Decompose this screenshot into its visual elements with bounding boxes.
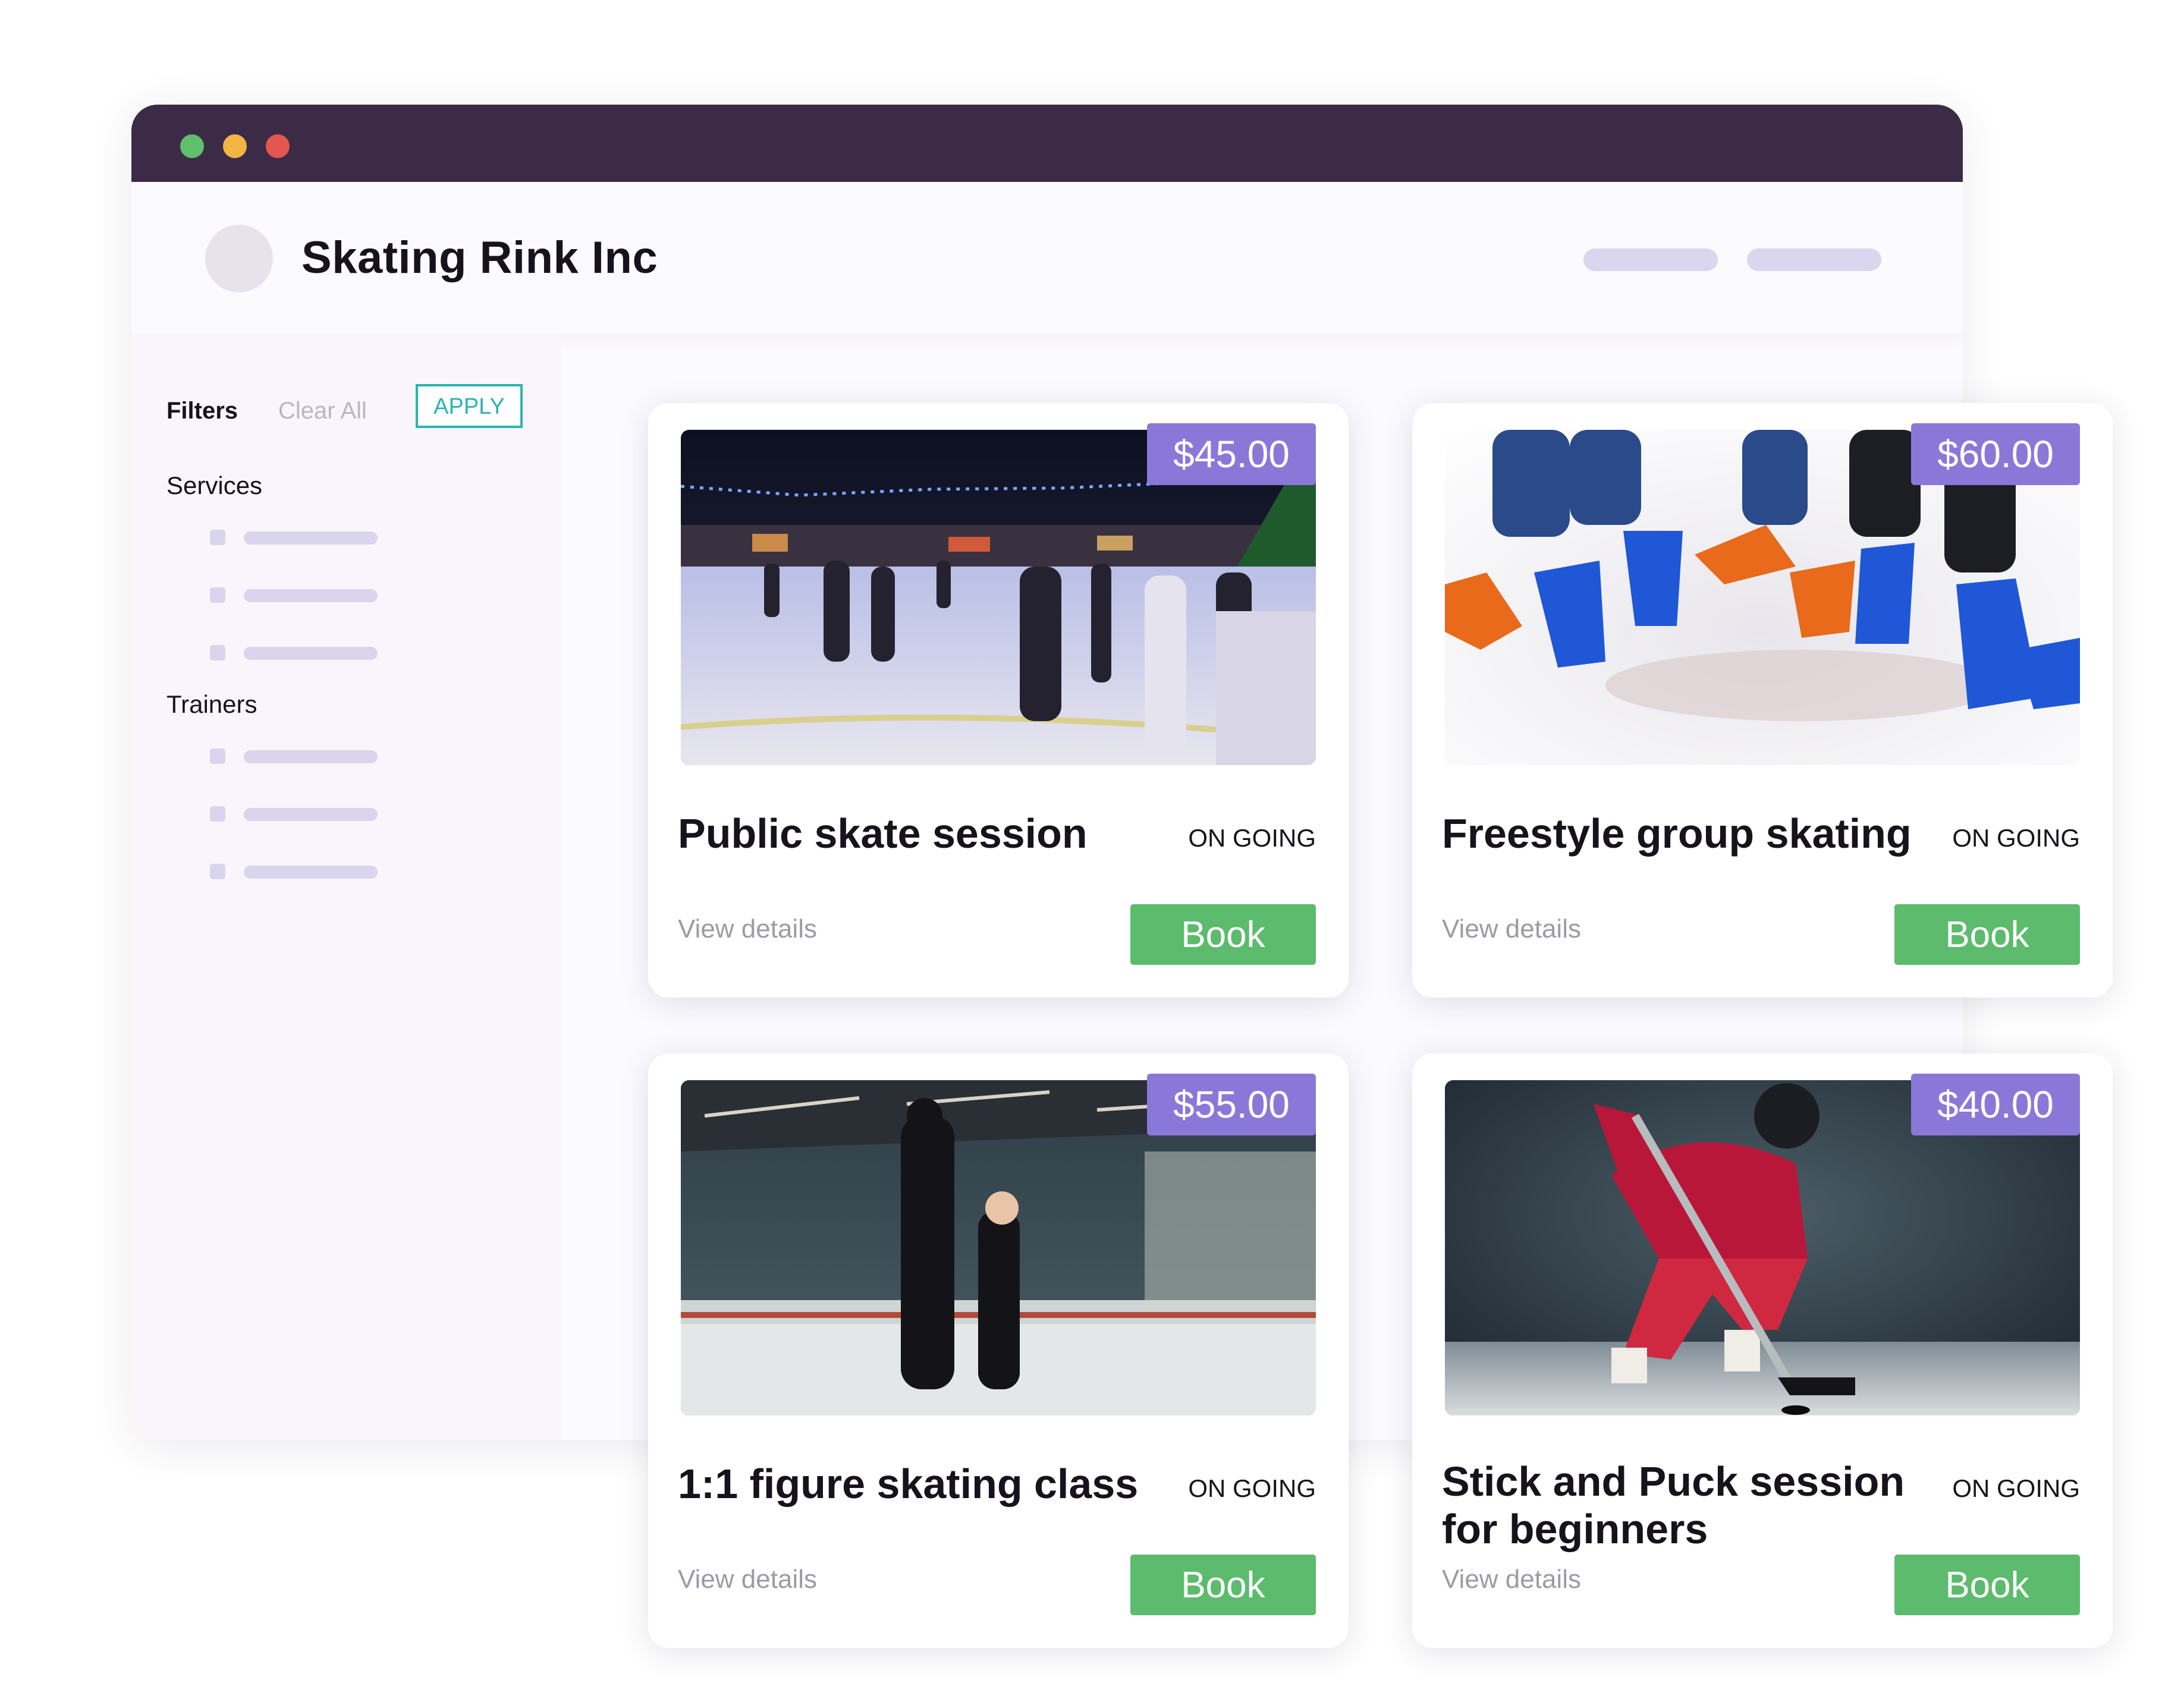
checkbox[interactable]: [210, 530, 225, 545]
view-details-link[interactable]: View details: [678, 914, 817, 944]
checkbox[interactable]: [210, 806, 225, 822]
status-label: ON GOING: [1952, 824, 2080, 852]
nav-placeholder-1[interactable]: [1583, 248, 1718, 271]
book-button[interactable]: Book: [1894, 904, 2080, 965]
option-placeholder: [244, 808, 378, 821]
session-title: 1:1 figure skating class: [678, 1461, 1139, 1507]
view-details-link[interactable]: View details: [1442, 914, 1581, 944]
clear-all-link[interactable]: Clear All: [278, 398, 367, 424]
option-placeholder: [244, 531, 378, 545]
logo-avatar: [205, 225, 273, 292]
option-placeholder: [244, 647, 378, 660]
price-badge: $55.00: [1147, 1074, 1316, 1135]
session-card: $45.00 Public skate session ON GOING Vie…: [648, 403, 1349, 998]
session-title: Freestyle group skating: [1442, 810, 1912, 857]
services-option[interactable]: [210, 528, 378, 546]
book-button[interactable]: Book: [1894, 1555, 2080, 1615]
session-card: $40.00 Stick and Puck session for beginn…: [1412, 1053, 2113, 1648]
session-card: $60.00 Freestyle group skating ON GOING …: [1412, 403, 2113, 998]
price-badge: $40.00: [1911, 1074, 2080, 1135]
book-button[interactable]: Book: [1130, 1555, 1316, 1615]
apply-button[interactable]: APPLY: [416, 384, 523, 428]
view-details-link[interactable]: View details: [1442, 1565, 1581, 1594]
nav-placeholder-2[interactable]: [1747, 248, 1881, 271]
window-control-green[interactable]: [180, 134, 204, 158]
checkbox[interactable]: [210, 645, 225, 660]
status-label: ON GOING: [1188, 824, 1316, 852]
trainers-option[interactable]: [210, 747, 378, 765]
price-badge: $45.00: [1147, 423, 1316, 485]
view-details-link[interactable]: View details: [678, 1565, 817, 1594]
checkbox[interactable]: [210, 748, 225, 764]
app-header: Skating Rink Inc: [131, 182, 1963, 334]
window-titlebar: [131, 105, 1963, 182]
brand-name: Skating Rink Inc: [301, 232, 658, 283]
checkbox[interactable]: [210, 864, 225, 879]
session-title: Stick and Puck session for beginners: [1442, 1458, 1905, 1552]
book-button[interactable]: Book: [1130, 904, 1316, 965]
trainers-option[interactable]: [210, 863, 378, 880]
price-badge: $60.00: [1911, 423, 2080, 485]
window-control-yellow[interactable]: [223, 134, 247, 158]
status-label: ON GOING: [1952, 1474, 2080, 1502]
filters-sidebar: Filters Clear All APPLY Services Trainer…: [131, 334, 561, 1440]
trainers-option[interactable]: [210, 805, 378, 823]
filters-title: Filters: [166, 398, 238, 424]
checkbox[interactable]: [210, 587, 225, 603]
session-card: $55.00 1:1 figure skating class ON GOING…: [648, 1053, 1349, 1648]
option-placeholder: [244, 866, 378, 879]
option-placeholder: [244, 589, 378, 602]
trainers-section-label: Trainers: [166, 690, 257, 718]
services-option[interactable]: [210, 586, 378, 604]
option-placeholder: [244, 750, 378, 763]
services-section-label: Services: [166, 471, 263, 499]
services-option[interactable]: [210, 644, 378, 662]
session-title: Public skate session: [678, 810, 1088, 857]
window-control-red[interactable]: [266, 134, 290, 158]
status-label: ON GOING: [1188, 1474, 1316, 1502]
